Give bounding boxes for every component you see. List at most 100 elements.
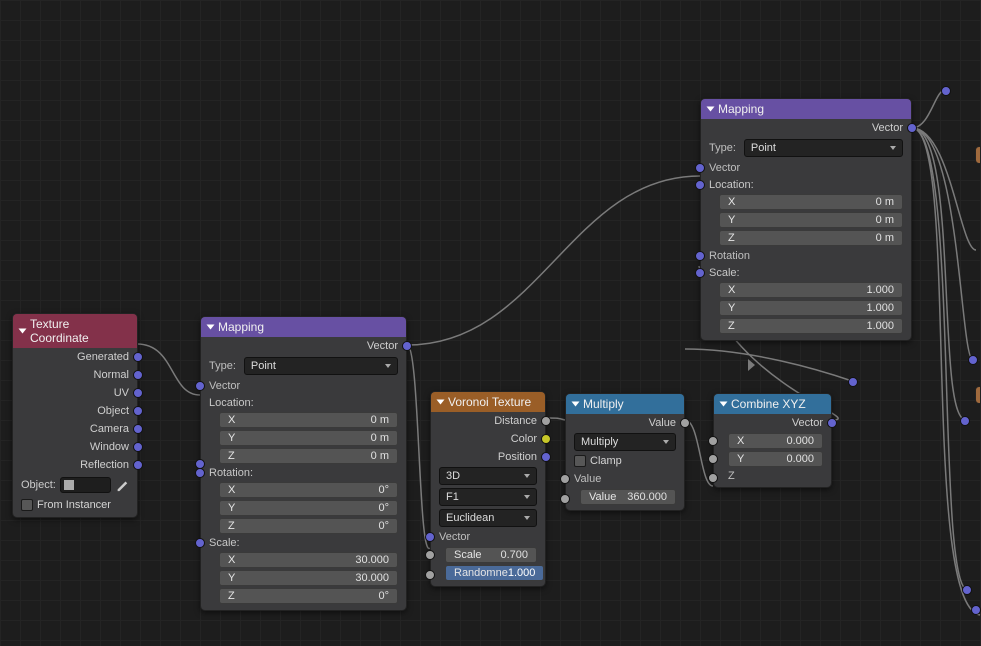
socket-reflection[interactable] bbox=[133, 460, 143, 470]
rotation-label: Rotation bbox=[709, 250, 750, 262]
socket-scale[interactable] bbox=[425, 550, 435, 560]
node-header[interactable]: Mapping bbox=[701, 99, 911, 119]
socket-position[interactable] bbox=[541, 452, 551, 462]
offscreen-socket-5[interactable] bbox=[971, 605, 981, 615]
offscreen-socket-6[interactable] bbox=[848, 377, 858, 387]
offscreen-node-2[interactable] bbox=[975, 386, 981, 404]
operation-dropdown[interactable]: Multiply bbox=[574, 433, 676, 451]
socket-value-in[interactable] bbox=[560, 474, 570, 484]
node-header[interactable]: Mapping bbox=[201, 317, 406, 337]
location-z[interactable]: Z0 m bbox=[219, 448, 398, 464]
collapse-icon[interactable] bbox=[207, 325, 215, 330]
from-instancer-checkbox[interactable] bbox=[21, 499, 33, 511]
collapse-icon[interactable] bbox=[707, 107, 715, 112]
feature-dropdown[interactable]: F1 bbox=[439, 488, 537, 506]
node-texture-coordinate[interactable]: Texture Coordinate Generated Normal UV O… bbox=[12, 313, 138, 518]
location-z[interactable]: Z0 m bbox=[719, 230, 903, 246]
scale-x[interactable]: X1.000 bbox=[719, 282, 903, 298]
socket-x[interactable] bbox=[708, 436, 718, 446]
socket-rotation[interactable] bbox=[695, 251, 705, 261]
scale-y[interactable]: Y1.000 bbox=[719, 300, 903, 316]
socket-generated[interactable] bbox=[133, 352, 143, 362]
socket-camera[interactable] bbox=[133, 424, 143, 434]
type-dropdown[interactable]: Point bbox=[744, 139, 903, 157]
node-header[interactable]: Multiply bbox=[566, 394, 684, 414]
socket-location[interactable] bbox=[695, 180, 705, 190]
scale-z[interactable]: Z0° bbox=[219, 588, 398, 604]
collapse-icon[interactable] bbox=[19, 329, 27, 334]
node-header[interactable]: Voronoi Texture bbox=[431, 392, 545, 412]
location-section: Location: bbox=[701, 177, 911, 193]
offscreen-socket-2[interactable] bbox=[968, 355, 978, 365]
socket-rotation[interactable] bbox=[195, 468, 205, 478]
location-x[interactable]: X0 m bbox=[219, 412, 398, 428]
socket-normal[interactable] bbox=[133, 370, 143, 380]
socket-distance[interactable] bbox=[541, 416, 551, 426]
collapse-icon[interactable] bbox=[572, 402, 580, 407]
node-math-multiply[interactable]: Multiply Value Multiply Clamp Value Valu… bbox=[565, 393, 685, 511]
location-y[interactable]: Y0 m bbox=[719, 212, 903, 228]
metric-dropdown[interactable]: Euclidean bbox=[439, 509, 537, 527]
scale-y[interactable]: Y30.000 bbox=[219, 570, 398, 586]
offscreen-socket-1[interactable] bbox=[941, 86, 951, 96]
type-label: Type: bbox=[709, 142, 736, 154]
rotation-y[interactable]: Y0° bbox=[219, 500, 398, 516]
socket-vector-in[interactable] bbox=[195, 381, 205, 391]
scale-field[interactable]: Scale0.700 bbox=[445, 547, 537, 563]
socket-window[interactable] bbox=[133, 442, 143, 452]
output-vector: Vector bbox=[367, 340, 398, 352]
socket-vector-out[interactable] bbox=[402, 341, 412, 351]
scale-section: Scale: bbox=[701, 265, 911, 281]
clamp-label: Clamp bbox=[590, 455, 622, 467]
type-dropdown[interactable]: Point bbox=[244, 357, 398, 375]
node-voronoi-texture[interactable]: Voronoi Texture Distance Color Position … bbox=[430, 391, 546, 587]
socket-uv[interactable] bbox=[133, 388, 143, 398]
z-label: Z bbox=[728, 470, 735, 482]
scale-x[interactable]: X30.000 bbox=[219, 552, 398, 568]
clamp-checkbox[interactable] bbox=[574, 455, 586, 467]
dimensions-dropdown[interactable]: 3D bbox=[439, 467, 537, 485]
node-header[interactable]: Combine XYZ bbox=[714, 394, 831, 414]
socket-scale[interactable] bbox=[195, 538, 205, 548]
from-instancer-label: From Instancer bbox=[37, 499, 111, 511]
rotation-x[interactable]: X0° bbox=[219, 482, 398, 498]
node-mapping-1[interactable]: Mapping Vector Type: Point Vector Locati… bbox=[200, 316, 407, 611]
object-field[interactable] bbox=[60, 477, 111, 493]
eyedropper-icon[interactable] bbox=[115, 478, 129, 492]
output-value: Value bbox=[649, 417, 676, 429]
offscreen-socket-4[interactable] bbox=[962, 585, 972, 595]
rotation-z[interactable]: Z0° bbox=[219, 518, 398, 534]
y-field[interactable]: Y0.000 bbox=[728, 451, 823, 467]
collapse-icon[interactable] bbox=[437, 400, 445, 405]
location-x[interactable]: X0 m bbox=[719, 194, 903, 210]
output-window: Window bbox=[90, 441, 129, 453]
output-distance: Distance bbox=[494, 415, 537, 427]
socket-vector-out[interactable] bbox=[827, 418, 837, 428]
output-reflection: Reflection bbox=[80, 459, 129, 471]
socket-object[interactable] bbox=[133, 406, 143, 416]
socket-value-b[interactable] bbox=[560, 494, 570, 504]
socket-vector-in[interactable] bbox=[425, 532, 435, 542]
x-field[interactable]: X0.000 bbox=[728, 433, 823, 449]
offscreen-node-1[interactable] bbox=[975, 146, 981, 164]
node-header[interactable]: Texture Coordinate bbox=[13, 314, 137, 348]
scale-z[interactable]: Z1.000 bbox=[719, 318, 903, 334]
randomness-field[interactable]: Randomne1.000 bbox=[445, 565, 544, 581]
socket-scale[interactable] bbox=[695, 268, 705, 278]
socket-value-out[interactable] bbox=[680, 418, 690, 428]
socket-color[interactable] bbox=[541, 434, 551, 444]
node-mapping-2[interactable]: Mapping Vector Type: Point Vector Locati… bbox=[700, 98, 912, 341]
socket-vector-out[interactable] bbox=[907, 123, 917, 133]
offscreen-socket-3[interactable] bbox=[960, 416, 970, 426]
socket-randomness[interactable] bbox=[425, 570, 435, 580]
socket-z[interactable] bbox=[708, 473, 718, 483]
object-datablock-icon bbox=[64, 480, 74, 490]
collapse-icon[interactable] bbox=[720, 402, 728, 407]
output-normal: Normal bbox=[94, 369, 129, 381]
input-value: Value bbox=[574, 473, 601, 485]
value-b-field[interactable]: Value360.000 bbox=[580, 489, 676, 505]
socket-y[interactable] bbox=[708, 454, 718, 464]
location-y[interactable]: Y0 m bbox=[219, 430, 398, 446]
node-combine-xyz[interactable]: Combine XYZ Vector X0.000 Y0.000 Z bbox=[713, 393, 832, 488]
socket-vector-in[interactable] bbox=[695, 163, 705, 173]
